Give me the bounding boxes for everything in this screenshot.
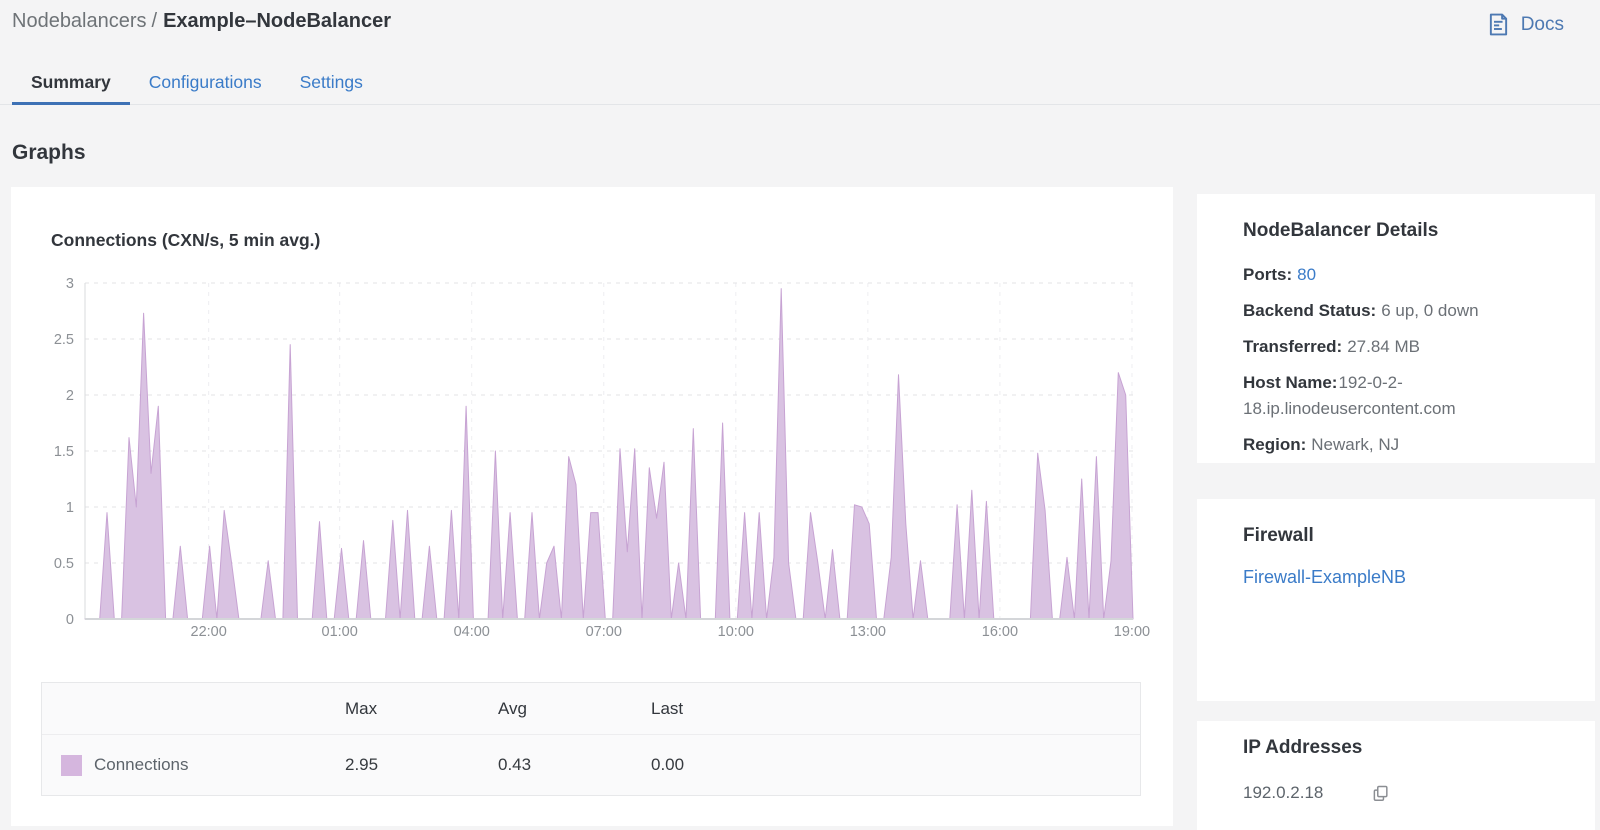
svg-text:2: 2 (66, 388, 74, 404)
stat-avg-value: 0.43 (498, 755, 532, 774)
tab-summary[interactable]: Summary (12, 62, 130, 105)
field-transferred: Transferred: 27.84 MB (1243, 337, 1420, 357)
svg-text:01:00: 01:00 (322, 624, 358, 640)
svg-text:1.5: 1.5 (54, 444, 74, 460)
nodebalancer-details-card: NodeBalancer Details Ports: 80 Backend St… (1197, 194, 1595, 463)
field-host-name: Host Name:192-0-2-18.ip.linodeuserconten… (1243, 373, 1456, 418)
field-region: Region: Newark, NJ (1243, 434, 1400, 454)
tab-settings[interactable]: Settings (281, 62, 382, 105)
legend-header-max: Max (345, 698, 378, 718)
field-backend-status: Backend Status: 6 up, 0 down (1243, 301, 1479, 321)
svg-text:0: 0 (66, 612, 74, 628)
svg-text:0.5: 0.5 (54, 556, 74, 572)
breadcrumb: Nodebalancers / Example–NodeBalancer (12, 10, 391, 33)
copy-ip-icon[interactable] (1371, 784, 1390, 803)
legend-header-row: Max Avg Last (42, 683, 1140, 735)
svg-text:16:00: 16:00 (982, 624, 1018, 640)
ip-address-value: 192.0.2.18 (1243, 783, 1324, 802)
stat-max-value: 2.95 (345, 755, 379, 774)
docs-link[interactable]: Docs (1485, 11, 1564, 38)
svg-text:13:00: 13:00 (850, 624, 886, 640)
connections-chart-card: Connections (CXN/s, 5 min avg.) 22:00 01:… (11, 187, 1173, 826)
svg-text:19:00: 19:00 (1114, 624, 1150, 640)
graphs-heading: Graphs (12, 141, 86, 164)
firewall-link[interactable]: Firewall-ExampleNB (1243, 567, 1406, 587)
ip-address-row: 192.0.2.18 (1243, 783, 1571, 803)
svg-text:04:00: 04:00 (454, 624, 490, 640)
chart-legend-table: Max Avg Last Connections 2.95 0.43 0.00 (41, 682, 1141, 796)
connections-series-swatch (61, 754, 82, 776)
svg-text:3: 3 (66, 276, 74, 292)
legend-header-last: Last (651, 698, 684, 718)
svg-text:07:00: 07:00 (586, 624, 622, 640)
ip-addresses-card: IP Addresses 192.0.2.18 (1197, 721, 1595, 830)
svg-text:2.5: 2.5 (54, 332, 74, 348)
field-ports: Ports: 80 (1243, 265, 1317, 284)
docs-icon (1485, 11, 1512, 38)
breadcrumb-current: Example–NodeBalancer (163, 10, 391, 32)
firewall-card-title: Firewall (1243, 525, 1314, 546)
breadcrumb-separator: / (151, 10, 158, 32)
tab-bar: Summary Configurations Settings (0, 62, 1600, 105)
svg-text:1: 1 (66, 500, 74, 516)
legend-series-name: Connections (94, 755, 189, 774)
port-80-link[interactable]: 80 (1297, 265, 1316, 284)
connections-area-chart: 22:00 01:00 04:00 07:00 10:00 13:00 16:00 19:00… (54, 276, 1150, 640)
details-card-title: NodeBalancer Details (1243, 220, 1439, 241)
tab-configurations[interactable]: Configurations (130, 62, 281, 105)
breadcrumb-section-link[interactable]: Nodebalancers (12, 10, 147, 32)
svg-text:22:00: 22:00 (191, 624, 227, 640)
ip-card-title: IP Addresses (1243, 737, 1363, 758)
stat-last-value: 0.00 (651, 755, 685, 774)
legend-header-avg: Avg (498, 698, 527, 718)
docs-label: Docs (1520, 13, 1564, 35)
firewall-card: Firewall Firewall-ExampleNB (1197, 499, 1595, 701)
svg-text:10:00: 10:00 (718, 624, 754, 640)
legend-data-row: Connections 2.95 0.43 0.00 (42, 735, 1140, 795)
